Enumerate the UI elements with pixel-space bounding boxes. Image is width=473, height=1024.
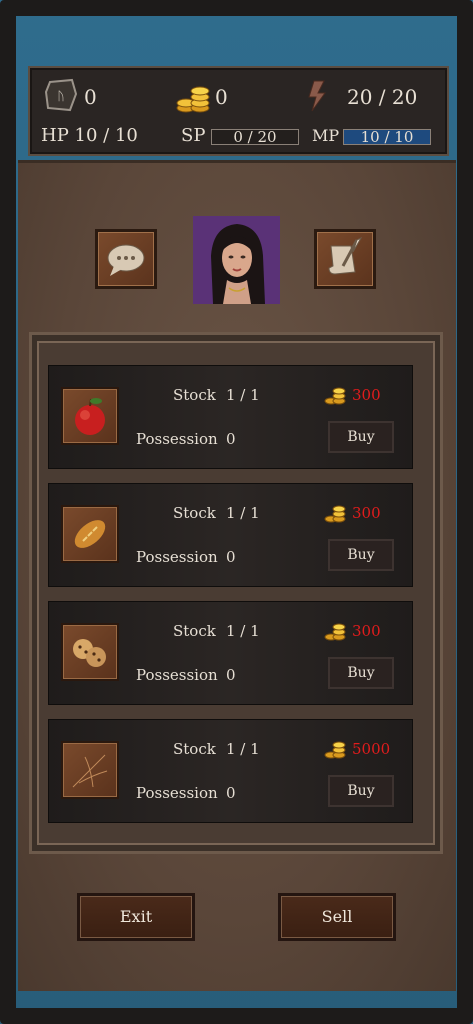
stock-value: 1 / 1 [226,622,260,640]
stock-label: Stock [173,386,216,404]
stock-value: 1 / 1 [226,504,260,522]
status-panel: ᚢ 0 0 20 / 20 HP 10 / 10 SP 0 / 20 MP 10… [28,66,449,156]
buy-button[interactable]: Buy [328,539,394,571]
talk-button[interactable] [95,229,157,289]
shop-item-apple: Stock 1 / 1 Possession 0 300 Buy [48,365,413,469]
rune-stone-icon: ᚢ [44,78,78,112]
shop-item-cookies: Stock 1 / 1 Possession 0 300 Buy [48,601,413,705]
gem-count: 0 [84,85,97,109]
possession-value: 0 [226,430,236,448]
possession-label: Possession [136,548,218,566]
stock-label: Stock [173,504,216,522]
sp-label: SP [181,125,206,146]
item-price: 300 [352,622,381,640]
merchant-woman-icon [193,216,280,304]
gold-count: 0 [215,85,228,109]
mp-label: MP [312,126,340,145]
sp-value: 0 / 20 [233,128,277,146]
buy-button[interactable]: Buy [328,421,394,453]
item-price: 300 [352,504,381,522]
gold-coins-icon [176,80,210,114]
apple-icon [61,387,119,445]
possession-label: Possession [136,784,218,802]
svg-text:ᚢ: ᚢ [57,89,64,103]
hp-text: HP 10 / 10 [41,125,138,146]
energy-bolt-icon [306,80,328,112]
possession-value: 0 [226,548,236,566]
shop-item-unknown: Stock 1 / 1 Possession 0 5000 Buy [48,719,413,823]
possession-value: 0 [226,784,236,802]
energy-count: 20 / 20 [347,85,418,109]
mp-bar: 10 / 10 [343,129,431,145]
sell-button[interactable]: Sell [278,893,396,941]
gold-coins-icon [324,501,346,527]
exit-button[interactable]: Exit [77,893,195,941]
gold-coins-icon [324,737,346,763]
cookies-icon [61,623,119,681]
gold-coins-icon [324,383,346,409]
buy-button[interactable]: Buy [328,657,394,689]
bread-icon [61,505,119,563]
stock-label: Stock [173,622,216,640]
scratched-wood-icon [61,741,119,799]
item-price: 5000 [352,740,391,758]
mp-value: 10 / 10 [360,128,414,146]
buy-button[interactable]: Buy [328,775,394,807]
item-price: 300 [352,386,381,404]
speech-bubble-icon [107,244,145,276]
stock-value: 1 / 1 [226,740,260,758]
possession-label: Possession [136,430,218,448]
quest-button[interactable] [314,229,376,289]
gold-coins-icon [324,619,346,645]
merchant-portrait [193,216,280,304]
sp-bar: 0 / 20 [211,129,299,145]
shop-item-bread: Stock 1 / 1 Possession 0 300 Buy [48,483,413,587]
scroll-quill-icon [328,236,363,275]
possession-label: Possession [136,666,218,684]
stock-value: 1 / 1 [226,386,260,404]
possession-value: 0 [226,666,236,684]
stock-label: Stock [173,740,216,758]
